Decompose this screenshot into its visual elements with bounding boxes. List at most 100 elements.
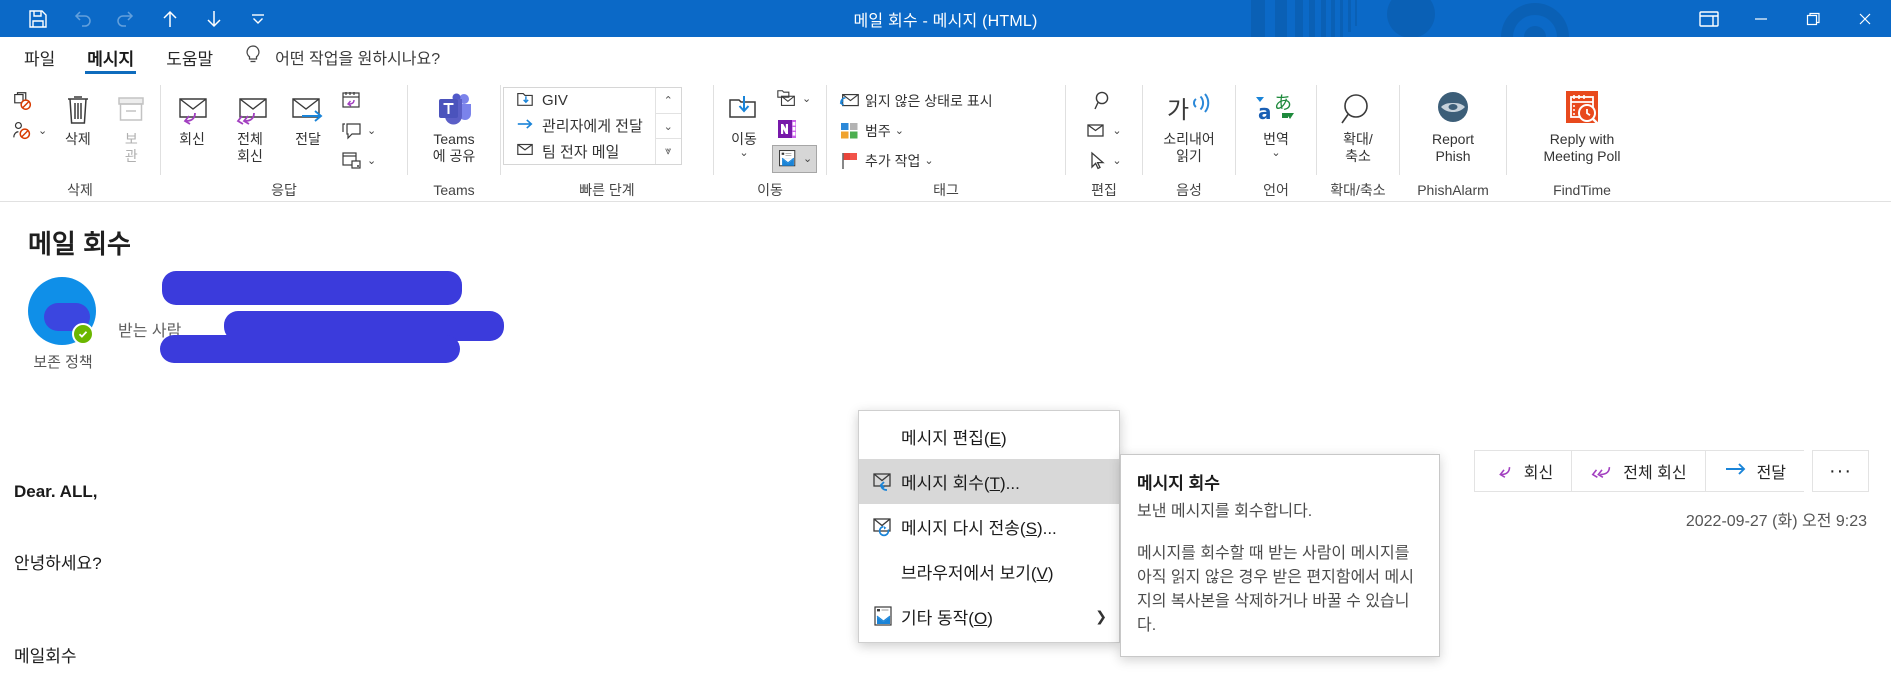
menu-item-label: 메시지 회수(T)... [901,474,1020,493]
customize-qat-icon[interactable] [236,2,280,36]
related-button[interactable]: ⌄ [1082,117,1125,145]
reply-all-action-button[interactable]: 전체 회신 [1571,450,1705,492]
expand-gallery-icon[interactable]: ⩔ [656,139,681,164]
mark-unread-button[interactable]: 읽지 않은 상태로 표시 [835,87,997,115]
forward-action-button[interactable]: 전달 [1704,450,1805,492]
ribbon-group-quick-steps: GIV 관리자에게 전달 팀 전자 메일 ⌃ ⌄ ⩔ 빠른 단계 [501,77,713,201]
group-label-respond: 응답 [271,182,297,198]
chevron-down-icon[interactable]: ⌄ [739,148,748,159]
other-actions-icon [867,605,901,628]
forward-arrow-icon [1724,460,1748,483]
more-respond-button[interactable]: ⌄ [337,147,380,175]
quick-steps-gallery[interactable]: GIV 관리자에게 전달 팀 전자 메일 ⌃ ⌄ ⩔ [503,87,682,165]
quick-steps-scrollbar[interactable]: ⌃ ⌄ ⩔ [654,88,681,164]
save-icon[interactable] [16,2,60,36]
archive-label: 보 관 [124,131,138,164]
reply-action-button[interactable]: 회신 [1473,450,1572,492]
tab-message[interactable]: 메시지 [71,37,150,77]
onenote-button[interactable] [772,115,817,143]
ribbon-group-zoom: 확대/ 축소 확대/축소 [1317,77,1399,201]
chevron-down-icon[interactable]: ⌄ [367,125,376,137]
tooltip-line-2: 메시지를 회수할 때 받는 사람이 메시지를 아직 읽지 않은 경우 받은 편지… [1137,545,1414,634]
tab-help[interactable]: 도움말 [150,37,229,77]
block-sender-icon [12,119,34,143]
ribbon-group-language: a あ 번역 ⌄ 언어 [1236,77,1316,201]
quick-step-giv[interactable]: GIV [510,88,649,113]
group-label-delete: 삭제 [67,182,93,198]
quick-step-label: 팀 전자 메일 [542,143,620,161]
move-button[interactable]: 이동 ⌄ [716,83,772,159]
menu-item-recall-message[interactable]: 메시지 회수(T)... [859,459,1119,504]
previous-item-icon[interactable] [148,2,192,36]
reply-button[interactable]: 회신 [163,83,221,148]
rules-button[interactable]: ⌄ [772,85,817,113]
minimize-button[interactable] [1735,0,1787,37]
chevron-down-icon[interactable]: ⌄ [802,93,811,105]
ribbon-display-options-icon[interactable] [1683,0,1735,37]
group-label-tags: 태그 [933,182,959,198]
zoom-button[interactable]: 확대/ 축소 [1322,83,1394,165]
sender-redaction [162,271,462,305]
avatar[interactable] [28,277,100,349]
chevron-down-icon[interactable]: ⌄ [924,155,933,167]
delete-label: 삭제 [65,131,91,147]
chevron-down-icon[interactable]: ⌄ [803,153,812,165]
close-button[interactable] [1839,0,1891,37]
quick-step-forward-to-manager[interactable]: 관리자에게 전달 [510,113,649,138]
chevron-down-icon[interactable]: ⌄ [895,125,904,137]
menu-item-view-in-browser[interactable]: 브라우저에서 보기(V) [859,549,1119,594]
ignore-button[interactable] [8,87,51,115]
lightbulb-icon [243,44,263,71]
find-button[interactable] [1082,87,1125,115]
retention-policy-label: 보존 정책 [33,354,93,371]
chevron-down-icon[interactable]: ⌄ [38,125,47,137]
read-aloud-button[interactable]: 가 소리내어 읽기 [1145,83,1233,165]
onenote-icon [776,118,798,140]
actions-button[interactable]: ⌄ [772,145,818,173]
select-button[interactable]: ⌄ [1082,147,1125,175]
restore-button[interactable] [1787,0,1839,37]
im-reply-button[interactable]: ⌄ [337,117,380,145]
actions-dropdown-menu: 메시지 편집(E) 메시지 회수(T)... 메시지 다시 전송(S)... 브… [858,410,1120,643]
forward-label: 전달 [295,131,321,147]
menu-item-other-actions[interactable]: 기타 동작(O) ❯ [859,594,1119,639]
move-label: 이동 [731,131,757,147]
chevron-down-icon[interactable]: ⌄ [1112,155,1121,167]
forward-button[interactable]: 전달 [279,83,337,148]
read-aloud-label: 소리내어 읽기 [1163,131,1215,164]
quick-step-team-email[interactable]: 팀 전자 메일 [510,139,649,164]
tell-me-search[interactable]: 어떤 작업을 원하시나요? [229,44,440,71]
meeting-reply-button[interactable] [337,87,380,115]
share-to-teams-button[interactable]: Teams 에 공유 [414,83,494,165]
undo-icon[interactable] [60,2,104,36]
menu-item-edit-message[interactable]: 메시지 편집(E) [859,414,1119,459]
move-icon [725,89,763,129]
translate-button[interactable]: a あ 번역 ⌄ [1241,83,1311,159]
block-sender-button[interactable]: ⌄ [8,117,51,145]
chevron-down-icon[interactable]: ⌄ [1112,125,1121,137]
scroll-up-icon[interactable]: ⌃ [655,88,681,114]
scroll-down-icon[interactable]: ⌄ [655,114,681,140]
title-bar: 메일 회수 - 메시지 (HTML) [0,0,1891,37]
next-item-icon[interactable] [192,2,236,36]
chevron-down-icon[interactable]: ⌄ [1271,148,1280,159]
categorize-button[interactable]: 범주 ⌄ [835,117,997,145]
ignore-icon [12,89,34,113]
follow-up-button[interactable]: 추가 작업 ⌄ [835,147,997,175]
recall-message-tooltip: 메시지 회수 보낸 메시지를 회수합니다. 메시지를 회수할 때 받는 사람이 … [1120,454,1440,657]
menu-item-label: 기타 동작(O) [901,609,993,628]
tab-file[interactable]: 파일 [8,37,71,77]
redo-icon[interactable] [104,2,148,36]
quick-step-label: GIV [542,92,568,110]
archive-button[interactable]: 보 관 [105,83,158,165]
more-actions-button[interactable]: ··· [1812,450,1869,492]
delete-button[interactable]: 삭제 [51,83,104,148]
ribbon-group-findtime: Reply with Meeting Poll FindTime [1507,77,1657,201]
find-icon [1093,90,1115,112]
report-phish-button[interactable]: Report Phish [1403,83,1503,165]
reply-with-meeting-poll-button[interactable]: Reply with Meeting Poll [1509,83,1655,165]
follow-up-flag-icon [839,150,861,172]
chevron-down-icon[interactable]: ⌄ [367,155,376,167]
menu-item-resend-message[interactable]: 메시지 다시 전송(S)... [859,504,1119,549]
reply-all-button[interactable]: 전체 회신 [221,83,279,165]
